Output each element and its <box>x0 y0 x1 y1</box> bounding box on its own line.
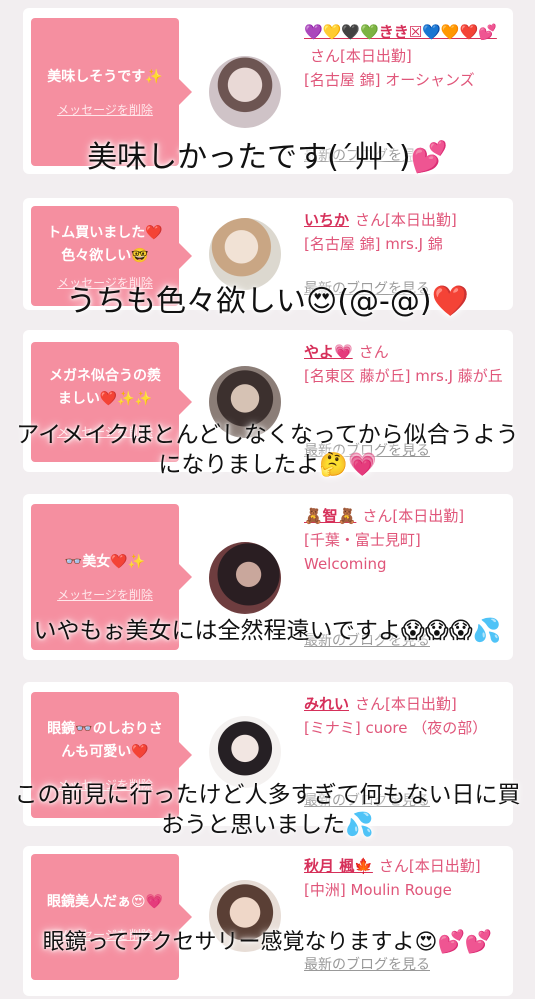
sender-status: さん <box>358 343 389 361</box>
sender-shop: [千葉・富士見町] Welcoming <box>304 531 421 573</box>
avatar[interactable] <box>209 716 281 788</box>
sender-shop: [名東区 藤が丘] mrs.J 藤が丘 <box>304 367 503 385</box>
sender-status: さん[本日出勤] <box>355 695 457 713</box>
sender-name[interactable]: 🧸智🧸 <box>304 507 356 525</box>
sender-shop: [ミナミ] cuore （夜の部） <box>304 719 488 737</box>
message-bubble: 眼鏡美人だぁ😍💗 メッセージを削除 <box>31 854 192 980</box>
sender-info: 🧸智🧸 さん[本日出勤] [千葉・富士見町] Welcoming <box>304 504 504 576</box>
message-text: 美味しそうです✨ <box>47 69 163 85</box>
caption-text: アイメイクほとんどしなくなってから似合うようになりましたよ🤔💗 <box>16 422 519 478</box>
sender-name[interactable]: いちか <box>304 211 349 229</box>
message-text: 眼鏡美人だぁ😍💗 <box>46 894 164 910</box>
sender-name[interactable]: みれい <box>304 695 349 713</box>
sender-info: 💜💛🖤💚きき☒💙🧡❤️💕 さん[本日出勤] [名古屋 錦] オーシャンズ <box>304 20 504 92</box>
avatar[interactable] <box>209 218 281 290</box>
sender-status: さん[本日出勤] <box>378 857 481 875</box>
sender-status: さん[本日出勤] <box>310 47 412 65</box>
message-text: 👓美女❤️✨ <box>64 554 146 570</box>
sender-shop: [中洲] Moulin Rouge <box>304 881 452 899</box>
caption-text: うちも色々欲しい😍(@-@)❤️ <box>66 284 469 319</box>
message-text: トム買いました❤️色々欲しい🤓 <box>47 224 163 264</box>
caption-text: 美味しかったです(´艸`)💕 <box>87 140 448 175</box>
sender-name[interactable]: 💜💛🖤💚きき☒💙🧡❤️💕 <box>304 23 497 41</box>
avatar[interactable] <box>209 56 281 128</box>
sender-info: 秋月 楓🍁 さん[本日出勤] [中洲] Moulin Rouge <box>304 854 504 902</box>
sender-name[interactable]: やよ💗 <box>304 343 353 361</box>
sender-info: いちか さん[本日出勤] [名古屋 錦] mrs.J 錦 <box>304 208 504 256</box>
message-card: 眼鏡美人だぁ😍💗 メッセージを削除 秋月 楓🍁 さん[本日出勤] [中洲] Mou… <box>23 846 513 996</box>
caption-text: この前見に行ったけど人多すぎて何もない日に買おうと思いました💦 <box>14 782 521 838</box>
avatar[interactable] <box>209 542 281 614</box>
delete-message-link[interactable]: メッセージを削除 <box>57 101 153 118</box>
message-text: 眼鏡👓のしおりさんも可愛い❤️ <box>47 720 163 760</box>
sender-status: さん[本日出勤] <box>362 507 465 525</box>
sender-info: みれい さん[本日出勤] [ミナミ] cuore （夜の部） <box>304 692 504 740</box>
sender-status: さん[本日出勤] <box>355 211 457 229</box>
sender-info: やよ💗 さん [名東区 藤が丘] mrs.J 藤が丘 <box>304 340 504 388</box>
delete-message-link[interactable]: メッセージを削除 <box>57 586 153 603</box>
sender-shop: [名古屋 錦] オーシャンズ <box>304 71 475 89</box>
caption-text: いやもぉ美女には全然程遠いですよ😱😱😱💦 <box>33 618 502 644</box>
message-text: メガネ似合うの羨ましい❤️✨✨ <box>49 367 161 407</box>
caption-text: 眼鏡ってアクセサリー感覚なりますよ😍💕💕 <box>42 930 493 955</box>
sender-name[interactable]: 秋月 楓🍁 <box>304 857 373 875</box>
sender-shop: [名古屋 錦] mrs.J 錦 <box>304 235 443 253</box>
